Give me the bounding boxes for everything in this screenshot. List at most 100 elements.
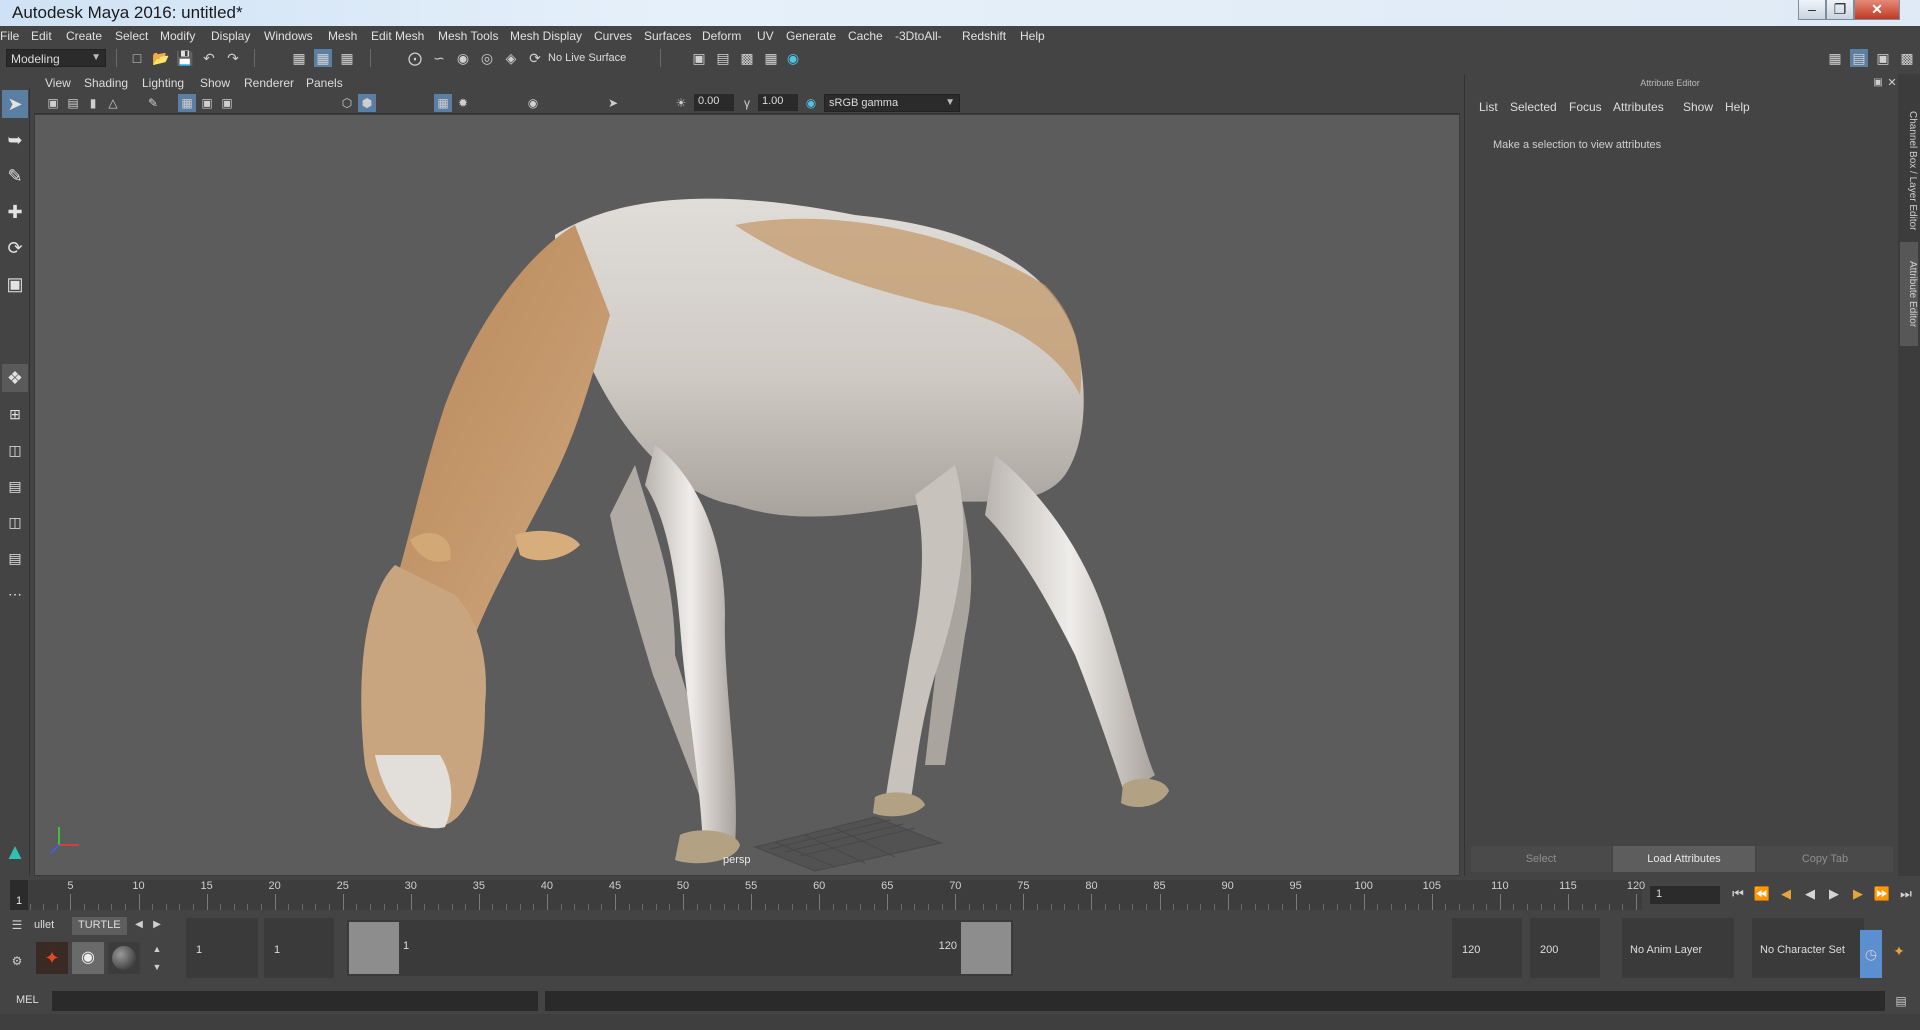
scale-tool-icon[interactable]: ▣	[2, 270, 28, 298]
step-forward-key-icon[interactable]: ⏩	[1872, 884, 1892, 904]
film-gate-icon[interactable]: ▣	[198, 94, 216, 112]
auto-key-icon[interactable]: ◷	[1860, 930, 1882, 978]
go-to-start-icon[interactable]: ⏮	[1728, 884, 1748, 904]
ae-copy-tab-button[interactable]: Copy Tab	[1757, 846, 1893, 872]
menu-display[interactable]: Display	[211, 29, 250, 43]
go-to-end-icon[interactable]: ⏭	[1896, 884, 1916, 904]
select-component-icon[interactable]: ▦	[338, 49, 356, 67]
current-frame-field[interactable]: 1	[1650, 886, 1720, 904]
ipr-render-icon[interactable]: ▤	[714, 49, 732, 67]
resolution-gate-icon[interactable]: ▣	[218, 94, 236, 112]
play-backwards-icon[interactable]: ◀	[1800, 884, 1820, 904]
menu-3dtoall[interactable]: -3DtoAll-	[895, 29, 942, 43]
menu-cache[interactable]: Cache	[848, 29, 883, 43]
lasso-tool-icon[interactable]: ➥	[2, 126, 28, 154]
toggle-attribute-editor-icon[interactable]: ▤	[1850, 49, 1868, 67]
rotate-tool-icon[interactable]: ⟳	[2, 234, 28, 262]
select-object-icon[interactable]: ▦	[314, 49, 332, 67]
shelf-tab-prev-icon[interactable]: ◀	[130, 916, 148, 934]
persp-graph-layout-icon[interactable]: ▤	[2, 472, 28, 500]
grid-toggle-icon[interactable]: ▦	[178, 94, 196, 112]
tab-channel-box[interactable]: Channel Box / Layer Editor	[1900, 86, 1918, 256]
color-management-icon[interactable]: ◉	[802, 94, 820, 112]
playback-end-field[interactable]: 120	[1452, 918, 1522, 978]
exposure-icon[interactable]: ☀	[672, 94, 690, 112]
playback-start-field[interactable]: 1	[264, 918, 334, 978]
isolate-select-icon[interactable]: ➤	[604, 94, 622, 112]
toggle-channel-box-icon[interactable]: ▩	[1898, 49, 1916, 67]
camera-attributes-icon[interactable]: ▤	[64, 94, 82, 112]
close-button[interactable]: ✕	[1854, 0, 1900, 20]
menu-generate[interactable]: Generate	[786, 29, 836, 43]
panel-menu-lighting[interactable]: Lighting	[142, 76, 184, 90]
grease-pencil-icon[interactable]: ✎	[144, 94, 162, 112]
ae-menu-list[interactable]: List	[1479, 100, 1498, 114]
range-start-handle[interactable]	[349, 922, 399, 974]
snap-curve-icon[interactable]: ∽	[430, 49, 448, 67]
step-back-frame-icon[interactable]: ◀	[1776, 884, 1796, 904]
xray-icon[interactable]: ◉	[524, 94, 542, 112]
panel-menu-panels[interactable]: Panels	[306, 76, 343, 90]
panel-menu-renderer[interactable]: Renderer	[244, 76, 294, 90]
open-scene-icon[interactable]: 📂	[152, 49, 170, 67]
menuset-dropdown[interactable]: Modeling ▼	[6, 49, 106, 67]
menu-mesh[interactable]: Mesh	[328, 29, 357, 43]
ae-menu-attributes[interactable]: Attributes	[1613, 100, 1664, 114]
time-slider-track[interactable]: 5 10 15 20 25 30 35 40 45 50 55 60 65 70 75 80 85 90 95 100…	[10, 880, 1645, 910]
script-editor-icon[interactable]: ▤	[1892, 992, 1910, 1010]
character-set-dropdown[interactable]: No Character Set	[1752, 918, 1864, 978]
snap-point-icon[interactable]: ◉	[454, 49, 472, 67]
snap-vertex-icon[interactable]: ⟳	[526, 49, 544, 67]
select-tool-icon[interactable]: ➤	[2, 90, 28, 118]
menu-help[interactable]: Help	[1020, 29, 1045, 43]
menu-file[interactable]: File	[0, 29, 19, 43]
new-scene-icon[interactable]: □	[128, 49, 146, 67]
panel-menu-shading[interactable]: Shading	[84, 76, 128, 90]
persp-outliner-layout-icon[interactable]: ◫	[2, 508, 28, 536]
gamma-icon[interactable]: γ	[738, 94, 756, 112]
step-back-key-icon[interactable]: ⏪	[1752, 884, 1772, 904]
camera-select-icon[interactable]: ▣	[44, 94, 62, 112]
gamma-field[interactable]: 1.00	[758, 94, 798, 111]
turtle-render-icon[interactable]: ✦	[36, 942, 68, 974]
shelf-scroll-up-icon[interactable]: ▲	[148, 940, 166, 958]
shelf-menu-icon[interactable]: ☰	[8, 916, 26, 934]
single-view-layout-icon[interactable]: ❖	[2, 364, 28, 392]
command-language-label[interactable]: MEL	[16, 994, 39, 1006]
lights-icon[interactable]: ✹	[454, 94, 472, 112]
restore-button[interactable]: ❐	[1826, 0, 1854, 20]
ae-select-button[interactable]: Select	[1471, 846, 1611, 872]
shelf-scroll-down-icon[interactable]: ▼	[148, 958, 166, 976]
play-forwards-icon[interactable]: ▶	[1824, 884, 1844, 904]
ae-load-attributes-button[interactable]: Load Attributes	[1613, 846, 1755, 872]
menu-modify[interactable]: Modify	[160, 29, 195, 43]
workspace-icon[interactable]: ▦	[1826, 49, 1844, 67]
shelf-tab-bullet[interactable]: ullet	[28, 917, 60, 935]
turtle-bake-icon[interactable]: ◉	[72, 942, 104, 974]
menu-select[interactable]: Select	[115, 29, 148, 43]
live-surface-label[interactable]: No Live Surface	[548, 52, 626, 64]
paint-select-tool-icon[interactable]: ✎	[2, 162, 28, 190]
render-frame-icon[interactable]: ▣	[690, 49, 708, 67]
snap-view-icon[interactable]: ◎	[478, 49, 496, 67]
four-view-layout-icon[interactable]: ⊞	[2, 400, 28, 428]
menu-deform[interactable]: Deform	[702, 29, 741, 43]
current-frame-marker[interactable]: 1	[10, 880, 28, 910]
menu-uv[interactable]: UV	[757, 29, 774, 43]
snap-surface-icon[interactable]: ◈	[502, 49, 520, 67]
snap-grid-icon[interactable]: ⨀	[406, 49, 424, 67]
smooth-shade-icon[interactable]: ⬢	[358, 94, 376, 112]
render-settings-icon[interactable]: ▩	[738, 49, 756, 67]
toggle-tool-settings-icon[interactable]: ▣	[1874, 49, 1892, 67]
panel-menu-show[interactable]: Show	[200, 76, 230, 90]
outliner-persp-layout-icon[interactable]: ▤	[2, 544, 28, 572]
anim-prefs-icon[interactable]: ✦	[1890, 942, 1908, 960]
image-plane-icon[interactable]: △	[104, 94, 122, 112]
menu-curves[interactable]: Curves	[594, 29, 632, 43]
save-scene-icon[interactable]: 💾	[176, 49, 194, 67]
shelf-tab-next-icon[interactable]: ▶	[148, 916, 166, 934]
turtle-sphere-icon[interactable]	[108, 942, 140, 974]
shelf-settings-icon[interactable]: ⚙	[8, 952, 26, 970]
ae-menu-selected[interactable]: Selected	[1510, 100, 1557, 114]
ae-menu-focus[interactable]: Focus	[1569, 100, 1602, 114]
